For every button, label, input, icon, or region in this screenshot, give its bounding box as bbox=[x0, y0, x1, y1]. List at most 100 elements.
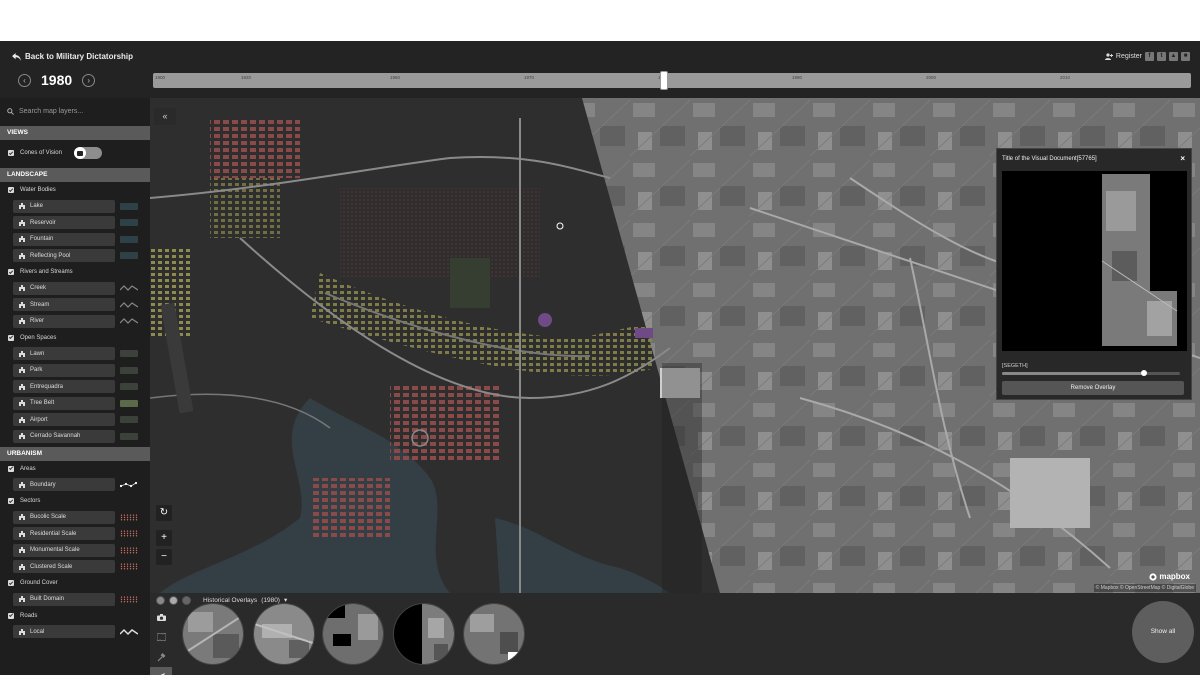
facebook-icon[interactable]: f bbox=[1145, 52, 1154, 61]
layer-item[interactable]: Cerrado Savannah bbox=[0, 428, 150, 445]
overlay-thumbnail[interactable] bbox=[322, 603, 384, 665]
layer-item[interactable]: Creek bbox=[0, 280, 150, 297]
checkbox[interactable] bbox=[8, 334, 14, 341]
layer-group[interactable]: Sectors bbox=[0, 493, 150, 509]
layer-group[interactable]: Rivers and Streams bbox=[0, 264, 150, 280]
layer-group[interactable]: Water Bodies bbox=[0, 182, 150, 198]
layer-item-button[interactable]: Clustered Scale bbox=[13, 560, 115, 574]
layer-item-button[interactable]: Residential Scale bbox=[13, 527, 115, 541]
layer-item-button[interactable]: Reflecting Pool bbox=[13, 249, 115, 263]
layer-item-button[interactable]: Cerrado Savannah bbox=[13, 429, 115, 443]
next-year-button[interactable]: › bbox=[82, 73, 96, 87]
layer-group[interactable]: Open Spaces bbox=[0, 330, 150, 346]
layer-item-button[interactable]: Park bbox=[13, 363, 115, 377]
layer-group[interactable]: Ground Cover bbox=[0, 575, 150, 591]
layer-item[interactable]: Reservoir bbox=[0, 215, 150, 232]
reset-rotation-button[interactable]: ↻ bbox=[156, 505, 172, 521]
twitter-icon[interactable]: t bbox=[1157, 52, 1166, 61]
layer-search[interactable]: Search map layers... bbox=[0, 98, 150, 124]
camera-icon[interactable] bbox=[150, 607, 172, 627]
basemap-option-dark[interactable] bbox=[156, 595, 165, 605]
layer-item[interactable]: Clustered Scale bbox=[0, 559, 150, 576]
checkbox[interactable] bbox=[8, 612, 14, 619]
close-panel-button[interactable]: × bbox=[1180, 154, 1185, 163]
layer-item-button[interactable]: Airport bbox=[13, 413, 115, 427]
airplane-icon[interactable] bbox=[150, 667, 172, 675]
search-icon bbox=[7, 107, 14, 115]
layer-item[interactable]: Airport bbox=[0, 412, 150, 429]
section-header-urbanism[interactable]: URBANISM bbox=[0, 446, 150, 461]
share-icon[interactable]: ▲ bbox=[1169, 52, 1178, 61]
layer-item-button[interactable]: Boundary bbox=[13, 478, 115, 492]
layer-item-button[interactable]: Built Domain bbox=[13, 592, 115, 606]
layer-item[interactable]: River bbox=[0, 313, 150, 330]
road-line-icon bbox=[120, 628, 138, 635]
layer-item[interactable]: Built Domain bbox=[0, 591, 150, 608]
checkbox[interactable] bbox=[8, 580, 14, 586]
email-icon[interactable]: ■ bbox=[1181, 52, 1190, 61]
previous-year-button[interactable]: ‹ bbox=[18, 73, 31, 87]
layer-item[interactable]: Lawn bbox=[0, 346, 150, 363]
color-swatch bbox=[120, 399, 138, 407]
layer-item-button[interactable]: Creek bbox=[13, 281, 115, 295]
timeline-slider[interactable]: 1900 1920 1960 1970 1980 1990 2000 2010 bbox=[153, 71, 1191, 90]
layer-item[interactable]: Reflecting Pool bbox=[0, 248, 150, 265]
layer-item[interactable]: Entrequadra bbox=[0, 379, 150, 396]
section-header-views[interactable]: VIEWS bbox=[0, 126, 150, 140]
opacity-slider-thumb[interactable] bbox=[1141, 370, 1148, 376]
layer-item[interactable]: Stream bbox=[0, 297, 150, 314]
checkbox[interactable] bbox=[8, 150, 14, 156]
section-header-landscape[interactable]: LANDSCAPE bbox=[0, 168, 150, 182]
layer-item-button[interactable]: Local bbox=[13, 625, 115, 639]
layer-item[interactable]: Bucolic Scale bbox=[0, 509, 150, 526]
layer-item[interactable]: Tree Belt bbox=[0, 395, 150, 412]
overlay-thumbnail[interactable] bbox=[393, 603, 455, 665]
layer-group[interactable]: Areas bbox=[0, 461, 150, 477]
layer-item[interactable]: Fountain bbox=[0, 231, 150, 248]
social-links: f t ▲ ■ bbox=[1145, 52, 1190, 61]
checkbox[interactable] bbox=[8, 465, 14, 472]
layer-item-label: Cerrado Savannah bbox=[30, 433, 81, 440]
layer-item-button[interactable]: Fountain bbox=[13, 232, 115, 246]
layer-item-button[interactable]: Reservoir bbox=[13, 216, 115, 230]
collapse-sidebar-button[interactable]: « bbox=[154, 108, 176, 125]
zoom-out-button[interactable]: − bbox=[156, 549, 172, 565]
overlay-thumbnail[interactable] bbox=[463, 603, 525, 665]
layer-group[interactable]: Cones of Vision bbox=[0, 140, 150, 166]
overlay-thumbnail[interactable] bbox=[182, 603, 244, 665]
layer-item-button[interactable]: Stream bbox=[13, 298, 115, 312]
layer-item[interactable]: Monumental Scale bbox=[0, 542, 150, 559]
layer-group-label: Sectors bbox=[20, 498, 41, 504]
show-all-button[interactable]: Show all bbox=[1132, 601, 1194, 663]
layer-item[interactable]: Park bbox=[0, 362, 150, 379]
map-icon[interactable] bbox=[150, 627, 172, 647]
layer-item[interactable]: Local bbox=[0, 624, 150, 641]
register-link[interactable]: Register bbox=[1104, 53, 1142, 60]
zoom-in-button[interactable]: + bbox=[156, 530, 172, 546]
cones-of-vision-toggle[interactable] bbox=[73, 147, 102, 159]
layer-item-button[interactable]: Monumental Scale bbox=[13, 543, 115, 557]
checkbox[interactable] bbox=[8, 269, 14, 275]
basemap-option-hybrid[interactable] bbox=[182, 595, 191, 605]
back-link[interactable]: Back to Military Dictatorship bbox=[12, 52, 133, 61]
building-icon bbox=[19, 301, 25, 308]
layer-group[interactable]: Roads bbox=[0, 608, 150, 624]
remove-overlay-button[interactable]: Remove Overlay bbox=[1002, 381, 1184, 395]
layer-item[interactable]: Lake bbox=[0, 198, 150, 215]
layer-item-button[interactable]: Tree Belt bbox=[13, 396, 115, 410]
checkbox[interactable] bbox=[8, 187, 14, 193]
layer-item-button[interactable]: Lawn bbox=[13, 347, 115, 361]
layer-item-button[interactable]: Entrequadra bbox=[13, 380, 115, 394]
opacity-slider[interactable] bbox=[1002, 370, 1180, 376]
hammer-icon[interactable] bbox=[150, 647, 172, 667]
layer-item[interactable]: Boundary bbox=[0, 477, 150, 494]
map-attribution[interactable]: © Mapbox © OpenStreetMap © DigitalGlobe bbox=[1093, 584, 1196, 592]
layer-item[interactable]: Residential Scale bbox=[0, 526, 150, 543]
overlay-thumbnail[interactable] bbox=[253, 603, 315, 665]
basemap-option-satellite[interactable] bbox=[169, 595, 178, 605]
layer-item-button[interactable]: Lake bbox=[13, 199, 115, 213]
layer-item-button[interactable]: Bucolic Scale bbox=[13, 510, 115, 524]
checkbox[interactable] bbox=[8, 498, 14, 504]
layer-item-button[interactable]: River bbox=[13, 314, 115, 328]
timeline-thumb[interactable] bbox=[660, 71, 668, 90]
